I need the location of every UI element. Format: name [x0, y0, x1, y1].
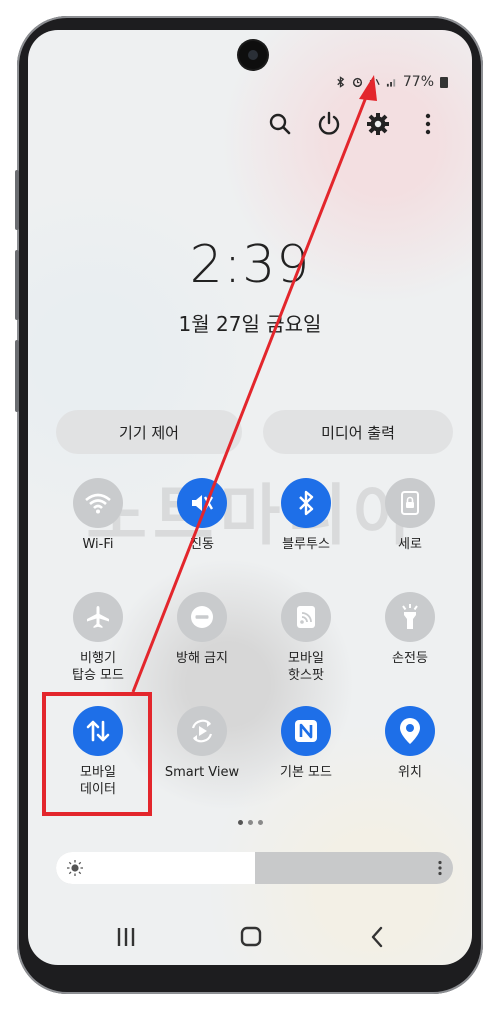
media-output-button[interactable]: 미디어 출력	[263, 410, 453, 454]
header-toolbar	[28, 110, 472, 142]
clock-time: 2:39	[189, 235, 311, 295]
tile-hotspot[interactable]: 모바일 핫스팟	[256, 592, 356, 684]
nfc-icon	[281, 706, 331, 756]
tile-do-not-disturb[interactable]: 방해 금지	[152, 592, 252, 667]
tile-wifi[interactable]: Wi-Fi	[48, 478, 148, 553]
tile-nfc[interactable]: 기본 모드	[256, 706, 356, 781]
front-camera	[239, 41, 267, 69]
tile-label: 손전등	[392, 651, 428, 666]
flashlight-icon	[385, 592, 435, 642]
tile-bluetooth[interactable]: 블루투스	[256, 478, 356, 553]
tile-location[interactable]: 위치	[360, 706, 460, 781]
wifi-icon	[73, 478, 123, 528]
hotspot-icon	[281, 592, 331, 642]
location-icon	[385, 706, 435, 756]
navigation-bar	[28, 925, 472, 955]
rotation-lock-icon	[385, 478, 435, 528]
alarm-icon	[352, 77, 362, 88]
tile-label: 방해 금지	[176, 651, 228, 666]
airplane-icon	[73, 592, 123, 642]
bluetooth-icon	[337, 76, 345, 88]
brightness-slider[interactable]	[56, 852, 453, 884]
tile-airplane[interactable]: 비행기 탑승 모드	[48, 592, 148, 684]
screen: 77% 2:39 1월 27일 금요일 기기 제어 미디어 출력 노트마니아 W…	[28, 30, 472, 965]
mute-icon	[369, 77, 380, 87]
signal-icon	[386, 79, 396, 87]
bluetooth-icon	[281, 478, 331, 528]
tile-label: Wi-Fi	[82, 537, 114, 552]
tile-label: 세로	[398, 537, 422, 552]
bixby-button	[15, 250, 19, 320]
brightness-icon	[67, 860, 83, 876]
search-icon[interactable]	[266, 110, 294, 138]
volume-button	[15, 170, 19, 230]
tile-label: 비행기 탑승 모드	[72, 651, 124, 683]
tile-label: Smart View	[164, 765, 240, 780]
home-icon[interactable]	[236, 925, 266, 949]
vibrate-icon	[177, 478, 227, 528]
more-icon[interactable]	[414, 110, 442, 138]
battery-percentage: 77%	[402, 74, 434, 90]
status-bar: 77%	[335, 74, 448, 90]
tile-label: 기본 모드	[280, 765, 332, 780]
tile-flashlight[interactable]: 손전등	[360, 592, 460, 667]
recents-icon[interactable]	[111, 925, 141, 949]
back-icon[interactable]	[362, 925, 392, 949]
tile-label: 블루투스	[282, 537, 330, 552]
highlight-box	[42, 692, 152, 816]
tile-portrait[interactable]: 세로	[360, 478, 460, 553]
tile-smart-view[interactable]: Smart View	[152, 706, 252, 781]
tile-label: 모바일 핫스팟	[288, 651, 324, 683]
page-indicator	[28, 820, 472, 825]
device-control-button[interactable]: 기기 제어	[56, 410, 242, 454]
smart-view-icon	[177, 706, 227, 756]
battery-icon	[440, 76, 448, 88]
settings-icon[interactable]	[364, 110, 392, 138]
power-icon[interactable]	[315, 110, 343, 138]
power-side-button	[15, 340, 19, 412]
tile-label: 진동	[190, 537, 214, 552]
tile-vibrate[interactable]: 진동	[152, 478, 252, 553]
tile-label: 위치	[398, 765, 422, 780]
brightness-more-icon[interactable]	[437, 860, 443, 876]
brightness-fill	[56, 852, 255, 884]
clock-date: 1월 27일 금요일	[178, 312, 322, 336]
do-not-disturb-icon	[177, 592, 227, 642]
